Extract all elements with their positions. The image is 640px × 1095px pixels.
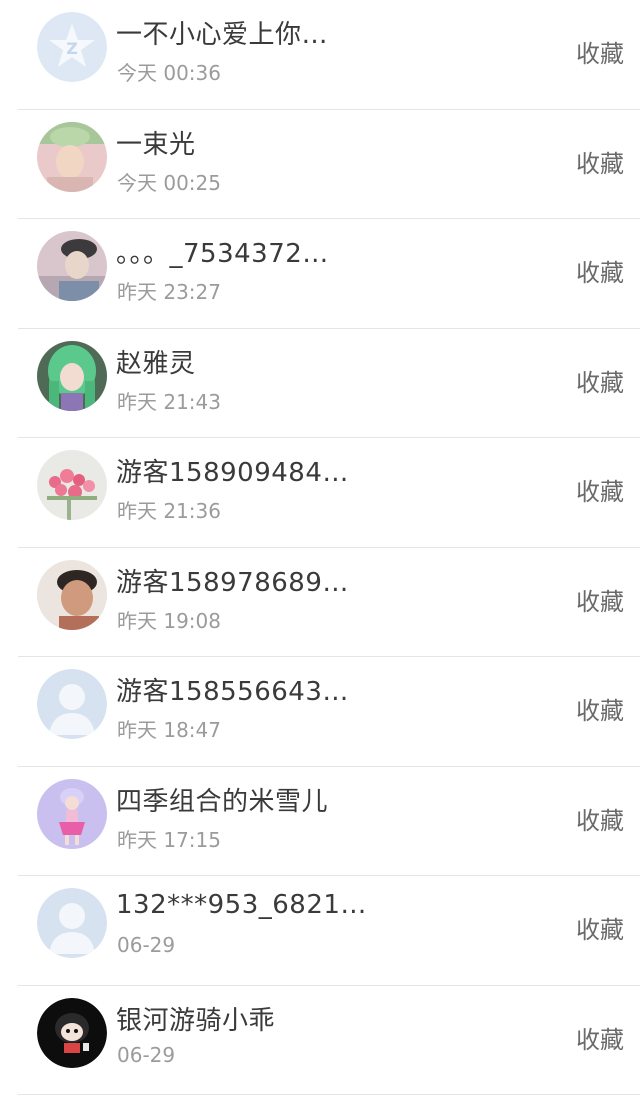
list-item[interactable]: 132***953_6821… 06-29 收藏 bbox=[0, 876, 640, 986]
contact-name: 银河游骑小乖 bbox=[116, 1000, 275, 1037]
cartoon-avatar[interactable] bbox=[37, 998, 107, 1068]
list-item[interactable]: 游客158978689… 昨天 19:08 收藏 bbox=[0, 548, 640, 658]
favorite-button[interactable]: 收藏 bbox=[576, 582, 624, 617]
contact-name: 游客158978689… bbox=[116, 562, 349, 599]
default-person-avatar[interactable] bbox=[37, 669, 107, 739]
favorite-button[interactable]: 收藏 bbox=[576, 691, 624, 726]
list-item[interactable]: 。。。_7534372… 昨天 23:27 收藏 bbox=[0, 219, 640, 329]
visit-time: 昨天 21:43 bbox=[117, 386, 221, 415]
photo-avatar[interactable] bbox=[37, 122, 107, 192]
favorite-button[interactable]: 收藏 bbox=[576, 910, 624, 945]
flowers-avatar[interactable] bbox=[37, 450, 107, 520]
contact-name: 四季组合的米雪儿 bbox=[116, 781, 328, 818]
contact-name: 游客158909484… bbox=[116, 452, 349, 489]
favorite-button[interactable]: 收藏 bbox=[576, 34, 624, 69]
contact-name: 赵雅灵 bbox=[116, 343, 196, 380]
anime-avatar[interactable] bbox=[37, 341, 107, 411]
list-item[interactable]: 银河游骑小乖 06-29 收藏 bbox=[0, 986, 640, 1095]
visit-time: 今天 00:25 bbox=[117, 167, 221, 196]
list-item[interactable]: 游客158556643… 昨天 18:47 收藏 bbox=[0, 657, 640, 767]
visit-time: 今天 00:36 bbox=[117, 57, 221, 86]
photo-avatar[interactable] bbox=[37, 231, 107, 301]
list-item[interactable]: 赵雅灵 昨天 21:43 收藏 bbox=[0, 329, 640, 439]
visit-time: 昨天 18:47 bbox=[117, 714, 221, 743]
visit-time: 06-29 bbox=[117, 933, 175, 957]
visit-time: 昨天 21:36 bbox=[117, 495, 221, 524]
photo-avatar[interactable] bbox=[37, 560, 107, 630]
favorite-button[interactable]: 收藏 bbox=[576, 144, 624, 179]
visit-time: 06-29 bbox=[117, 1043, 175, 1067]
list-item[interactable]: 四季组合的米雪儿 昨天 17:15 收藏 bbox=[0, 767, 640, 877]
contact-name: 132***953_6821… bbox=[116, 890, 367, 920]
contact-name: 游客158556643… bbox=[116, 671, 349, 708]
list-item[interactable]: Z 一不小心爱上你… 今天 00:36 收藏 bbox=[0, 0, 640, 110]
visit-time: 昨天 23:27 bbox=[117, 276, 221, 305]
favorite-button[interactable]: 收藏 bbox=[576, 1020, 624, 1055]
favorite-button[interactable]: 收藏 bbox=[576, 472, 624, 507]
visit-time: 昨天 17:15 bbox=[117, 824, 221, 853]
default-person-avatar[interactable] bbox=[37, 888, 107, 958]
visitor-list: Z 一不小心爱上你… 今天 00:36 收藏 一束光 今天 00:25 收藏 bbox=[0, 0, 640, 1089]
svg-text:Z: Z bbox=[66, 39, 78, 58]
favorite-button[interactable]: 收藏 bbox=[576, 253, 624, 288]
visit-time: 昨天 19:08 bbox=[117, 605, 221, 634]
contact-name: 一不小心爱上你… bbox=[116, 14, 328, 51]
qzone-star-avatar[interactable]: Z bbox=[37, 12, 107, 82]
anime-avatar[interactable] bbox=[37, 779, 107, 849]
favorite-button[interactable]: 收藏 bbox=[576, 801, 624, 836]
favorite-button[interactable]: 收藏 bbox=[576, 363, 624, 398]
list-item[interactable]: 游客158909484… 昨天 21:36 收藏 bbox=[0, 438, 640, 548]
contact-name: 一束光 bbox=[116, 124, 196, 161]
contact-name: 。。。_7534372… bbox=[116, 233, 329, 270]
list-item[interactable]: 一束光 今天 00:25 收藏 bbox=[0, 110, 640, 220]
